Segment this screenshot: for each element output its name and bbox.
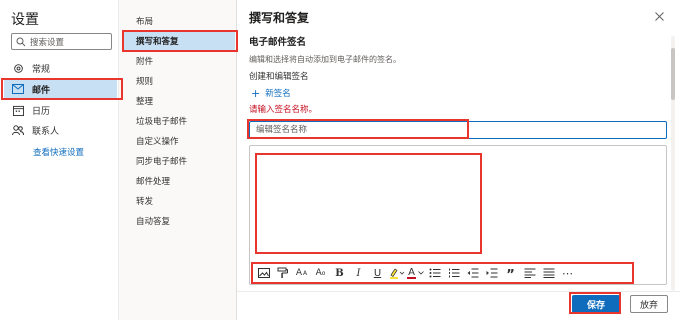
subnav-item-junk[interactable]: 垃圾电子邮件	[123, 111, 235, 131]
bullets-icon[interactable]	[426, 264, 443, 282]
close-button[interactable]	[652, 9, 666, 23]
nav-item-people[interactable]: 联系人	[4, 120, 117, 140]
compose-reply-pane: 撰写和答复 电子邮件签名 编辑和选择将自动添加到电子邮件的签名。 创建和编辑签名…	[237, 0, 680, 320]
new-signature-button[interactable]: + 新签名	[251, 86, 291, 100]
font-size-icon[interactable]: AA	[293, 264, 310, 282]
signature-section-title: 电子邮件签名	[249, 37, 307, 48]
settings-title: 设置	[11, 12, 39, 28]
decrease-indent-icon[interactable]	[464, 264, 481, 282]
gear-icon	[12, 62, 24, 74]
format-painter-icon[interactable]	[274, 264, 291, 282]
search-icon	[16, 37, 26, 46]
page-title: 撰写和答复	[249, 11, 310, 25]
numbering-icon[interactable]	[445, 264, 462, 282]
signature-name-input[interactable]	[249, 121, 667, 139]
subnav-item-forwarding[interactable]: 转发	[123, 191, 235, 211]
subnav-item-attachments[interactable]: 附件	[123, 51, 235, 71]
nav-item-calendar[interactable]: 日历	[4, 100, 117, 120]
nav-item-label: 邮件	[32, 85, 51, 96]
align-justify-icon[interactable]	[540, 264, 557, 282]
subnav-item-layout[interactable]: 布局	[123, 11, 235, 31]
subnav-item-rules[interactable]: 规则	[123, 71, 235, 91]
settings-search-placeholder: 搜索设置	[30, 37, 65, 48]
font-color-glyph: A	[408, 266, 415, 278]
signature-name-error: 请输入签名名称。	[249, 105, 318, 115]
subnav-item-auto-replies[interactable]: 自动答复	[123, 211, 235, 231]
nav-item-label: 日历	[32, 106, 51, 117]
more-options-icon[interactable]: ⋯	[559, 264, 576, 282]
settings-sidebar: 设置 搜索设置 常规 邮件 日历 联系人 查看快速设置	[0, 0, 119, 320]
close-icon	[654, 11, 664, 21]
plus-icon: +	[251, 86, 261, 100]
new-signature-label: 新签名	[265, 89, 291, 99]
pane-scrollbar[interactable]	[671, 36, 675, 291]
font-color-icon[interactable]: A	[407, 264, 424, 282]
signature-section-description: 编辑和选择将自动添加到电子邮件的签名。	[249, 55, 401, 64]
subnav-item-compose-reply[interactable]: 撰写和答复	[123, 31, 235, 51]
scrollbar-thumb[interactable]	[671, 48, 675, 100]
nav-item-label: 常规	[32, 64, 51, 75]
underline-icon[interactable]: U	[369, 264, 386, 282]
nav-item-label: 联系人	[32, 126, 60, 137]
subnav-item-custom-actions[interactable]: 自定义操作	[123, 131, 235, 151]
italic-icon[interactable]: I	[350, 264, 367, 282]
mail-subnav: 布局 撰写和答复 附件 规则 整理 垃圾电子邮件 自定义操作 同步电子邮件 邮件…	[119, 0, 237, 320]
highlight-icon[interactable]	[388, 264, 405, 282]
mail-icon	[12, 83, 24, 95]
bold-icon[interactable]: B	[331, 264, 348, 282]
subnav-item-message-handling[interactable]: 邮件处理	[123, 171, 235, 191]
quote-icon[interactable]: ”	[502, 264, 519, 283]
people-icon	[12, 124, 24, 136]
calendar-icon	[12, 104, 24, 116]
nav-item-general[interactable]: 常规	[4, 58, 117, 78]
subnav-item-sweep[interactable]: 整理	[123, 91, 235, 111]
insert-picture-icon[interactable]	[255, 264, 272, 282]
nav-item-mail[interactable]: 邮件	[4, 79, 117, 99]
font-size-glyph: A	[295, 268, 303, 278]
superscript-icon[interactable]: Ao	[312, 264, 329, 282]
create-edit-heading: 创建和编辑签名	[249, 72, 309, 82]
font-color-swatch	[407, 276, 416, 279]
discard-button[interactable]: 放弃	[630, 295, 668, 313]
subnav-item-sync-email[interactable]: 同步电子邮件	[123, 151, 235, 171]
save-button[interactable]: 保存	[572, 295, 620, 313]
align-left-icon[interactable]	[521, 264, 538, 282]
settings-search-input[interactable]: 搜索设置	[11, 33, 112, 50]
quick-settings-link[interactable]: 查看快速设置	[33, 146, 84, 158]
formatting-toolbar: AA Ao B I U A ” ⋯	[255, 263, 635, 283]
increase-indent-icon[interactable]	[483, 264, 500, 282]
